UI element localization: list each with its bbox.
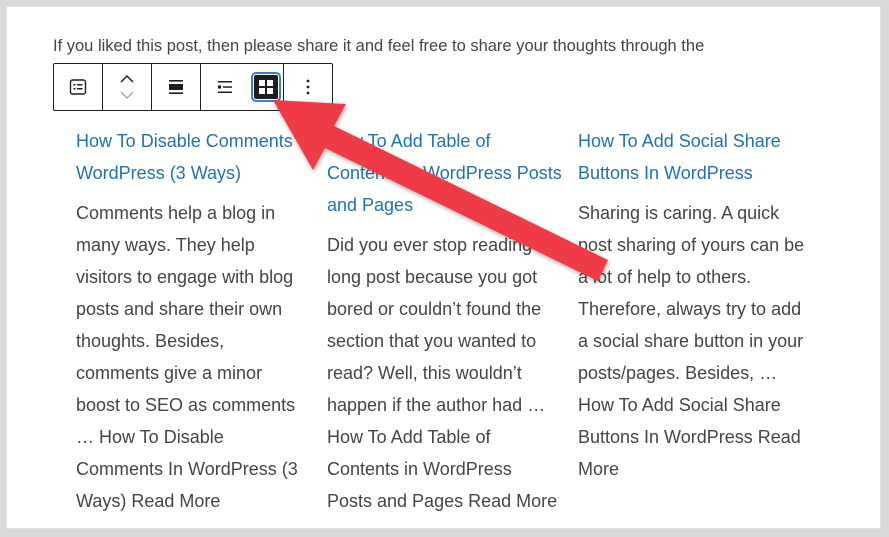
list-view-icon	[69, 79, 87, 95]
post-card: How To Add Table of Contents in WordPres…	[327, 125, 578, 517]
move-up-down-button[interactable]	[103, 64, 151, 110]
more-options-button[interactable]	[284, 64, 332, 110]
post-excerpt: Did you ever stop reading long post beca…	[327, 235, 558, 511]
move-up-down-icon	[120, 74, 134, 100]
post-title-link[interactable]: How To Disable Comments In WordPress (3 …	[76, 125, 327, 189]
grid-layout-button[interactable]	[249, 64, 283, 110]
post-card: How To Add Social Share Buttons In WordP…	[578, 125, 829, 517]
editor-canvas: If you liked this post, then please shar…	[7, 7, 880, 528]
block-toolbar	[53, 63, 333, 111]
more-options-icon	[306, 79, 310, 95]
toolbar-group-align	[152, 64, 201, 110]
align-button[interactable]	[152, 64, 200, 110]
post-excerpt: Comments help a blog in many ways. They …	[76, 203, 298, 511]
toolbar-group-parent	[54, 64, 103, 110]
grid-layout-active	[251, 72, 281, 102]
latest-posts-grid: How To Disable Comments In WordPress (3 …	[76, 125, 829, 517]
list-layout-button[interactable]	[201, 64, 249, 110]
list-layout-icon	[217, 81, 232, 93]
post-title-link[interactable]: How To Add Table of Contents in WordPres…	[327, 125, 578, 221]
post-title-link[interactable]: How To Add Social Share Buttons In WordP…	[578, 125, 829, 189]
intro-paragraph[interactable]: If you liked this post, then please shar…	[53, 37, 873, 56]
toolbar-group-move	[103, 64, 152, 110]
post-excerpt: Sharing is caring. A quick post sharing …	[578, 203, 805, 479]
align-icon	[169, 80, 183, 94]
grid-layout-icon	[259, 80, 273, 94]
list-view-button[interactable]	[54, 64, 102, 110]
post-card: How To Disable Comments In WordPress (3 …	[76, 125, 327, 517]
toolbar-group-options	[284, 64, 332, 110]
toolbar-group-layout	[201, 64, 284, 110]
